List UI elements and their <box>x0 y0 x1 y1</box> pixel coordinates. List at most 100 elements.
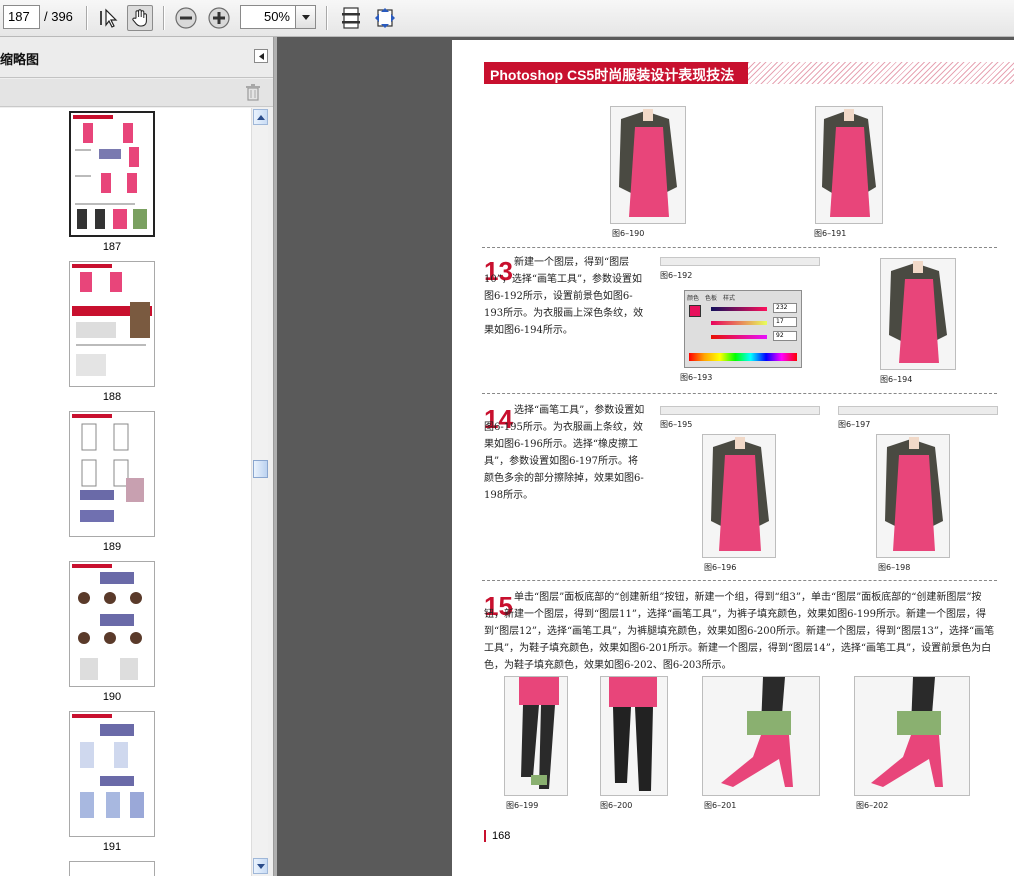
fit-page-icon <box>342 7 360 29</box>
thumbnail-scrollbar[interactable] <box>251 108 268 876</box>
figure-caption: 图6–200 <box>600 801 633 810</box>
fit-width-icon <box>375 8 395 28</box>
chevron-left-icon <box>258 52 264 60</box>
fit-page-button[interactable] <box>338 5 364 31</box>
page-preview <box>73 115 147 229</box>
hand-tool-button[interactable] <box>127 5 153 31</box>
page-header-title: Photoshop CS5时尚服装设计表现技法 <box>484 62 748 84</box>
thumbnail-label: 187 <box>102 241 122 253</box>
figure-6-199 <box>504 676 568 796</box>
scrollbar-thumb[interactable] <box>253 460 268 478</box>
figure-caption: 图6–199 <box>506 801 539 810</box>
thumbnail-page-191[interactable] <box>69 711 155 837</box>
g-slider <box>711 321 767 325</box>
chevron-down-icon <box>301 14 310 20</box>
thumbnails-panel-title: 缩略图 <box>0 53 40 68</box>
figure-6-194 <box>880 258 956 370</box>
page-total-label: / 396 <box>44 9 73 24</box>
thumbnails-panel: 缩略图 187 188 189 190 191 <box>0 37 274 876</box>
foreground-swatch <box>689 305 701 317</box>
figure-caption: 图6–194 <box>880 375 913 384</box>
chevron-down-icon <box>256 863 265 869</box>
figure-caption: 图6–197 <box>838 420 871 429</box>
b-value: 92 <box>773 331 797 341</box>
figure-6-191 <box>815 106 883 224</box>
r-slider <box>711 307 767 311</box>
b-slider <box>711 335 767 339</box>
thumbnail-label: 191 <box>102 841 122 853</box>
g-value: 17 <box>773 317 797 327</box>
figure-caption: 图6–190 <box>612 229 645 238</box>
figure-caption: 图6–195 <box>660 420 693 429</box>
figure-6-200 <box>600 676 668 796</box>
select-tool-button[interactable] <box>95 5 121 31</box>
hand-tool-icon <box>132 9 147 27</box>
step-15-text: 单击“图层”面板底部的“创建新组”按钮，新建一个组，得到“组3”，单击“图层”面… <box>484 592 995 671</box>
page-header-banner: Photoshop CS5时尚服装设计表现技法 <box>484 62 1014 84</box>
eraser-options-bar <box>838 406 998 415</box>
document-view[interactable]: Photoshop CS5时尚服装设计表现技法 图6–190 图6–191 13… <box>277 37 1014 876</box>
thumbnails-toolbar <box>0 79 273 107</box>
document-page: Photoshop CS5时尚服装设计表现技法 图6–190 图6–191 13… <box>452 40 1014 876</box>
toolbar-separator <box>86 6 87 30</box>
thumbnails-panel-header: 缩略图 <box>0 37 273 78</box>
pdf-reader-window: 187 / 396 50% 缩略图 187 188 189 190 191 Ph… <box>0 0 1014 876</box>
color-panel-tab: 颜色 <box>687 295 700 302</box>
figure-6-201 <box>702 676 820 796</box>
toolbar-separator <box>326 6 327 30</box>
thumbnail-label: 190 <box>102 691 122 703</box>
figure-caption: 图6–202 <box>856 801 889 810</box>
figure-caption: 图6–192 <box>660 271 693 280</box>
page-preview <box>72 714 144 818</box>
color-panel-tab: 样式 <box>723 295 736 302</box>
step-14-text: 选择“画笔工具”，参数设置如图6-195所示。为衣服画上条纹，效果如图6-196… <box>484 405 645 501</box>
scroll-down-button[interactable] <box>253 858 268 874</box>
page-number: 168 <box>484 830 510 842</box>
figure-6-196 <box>702 434 776 558</box>
scroll-up-button[interactable] <box>253 109 268 125</box>
page-preview <box>72 414 144 522</box>
divider <box>482 580 997 581</box>
r-value: 232 <box>773 303 797 313</box>
zoom-dropdown-button[interactable] <box>296 5 316 29</box>
page-preview <box>72 564 142 680</box>
thumbnail-label: 189 <box>102 541 122 553</box>
thumbnail-page-190[interactable] <box>69 561 155 687</box>
figure-caption: 图6–191 <box>814 229 847 238</box>
zoom-out-button[interactable] <box>173 5 199 31</box>
color-spectrum <box>689 353 797 361</box>
figure-caption: 图6–201 <box>704 801 737 810</box>
collapse-panel-button[interactable] <box>254 49 268 63</box>
color-panel-tab: 色板 <box>705 295 718 302</box>
thumbnail-label: 188 <box>102 391 122 403</box>
thumbnail-page-187[interactable] <box>69 111 155 237</box>
color-panel-figure: 颜色 色板 样式 232 17 92 <box>684 290 802 368</box>
brush-options-bar <box>660 257 820 266</box>
zoom-in-icon <box>208 7 230 29</box>
page-preview <box>72 264 152 376</box>
toolbar: 187 / 396 50% <box>0 0 1014 37</box>
thumbnail-page-189[interactable] <box>69 411 155 537</box>
page-number-input[interactable]: 187 <box>3 5 40 29</box>
thumbnail-page-188[interactable] <box>69 261 155 387</box>
figure-6-202 <box>854 676 970 796</box>
fit-width-button[interactable] <box>372 5 398 31</box>
chevron-up-icon <box>256 114 265 120</box>
figure-caption: 图6–198 <box>878 563 911 572</box>
step-13-text: 新建一个图层，得到“图层10”，选择“画笔工具”，参数设置如图6-192所示，设… <box>484 257 644 336</box>
divider <box>482 393 997 394</box>
divider <box>482 247 997 248</box>
zoom-level-input[interactable]: 50% <box>240 5 296 29</box>
thumbnail-page-192[interactable] <box>69 861 155 876</box>
figure-caption: 图6–196 <box>704 563 737 572</box>
select-cursor-icon <box>100 8 118 28</box>
thumbnail-list: 187 188 189 190 191 <box>0 108 251 876</box>
figure-6-190 <box>610 106 686 224</box>
trash-icon[interactable] <box>245 83 261 101</box>
figure-6-198 <box>876 434 950 558</box>
toolbar-separator <box>163 6 164 30</box>
figure-caption: 图6–193 <box>680 373 713 382</box>
zoom-in-button[interactable] <box>206 5 232 31</box>
brush-options-bar <box>660 406 820 415</box>
zoom-out-icon <box>175 7 197 29</box>
